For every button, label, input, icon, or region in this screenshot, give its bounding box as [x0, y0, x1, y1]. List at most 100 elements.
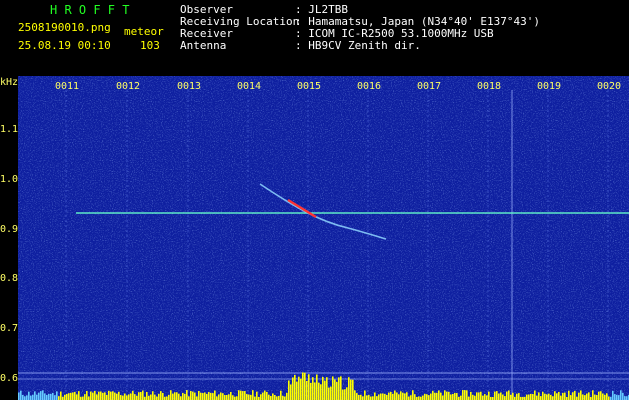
value-antenna: : HB9CV Zenith dir.	[295, 39, 421, 52]
level-bar	[536, 395, 538, 400]
level-bar	[410, 395, 412, 400]
level-bar	[418, 396, 420, 400]
level-bar	[354, 390, 356, 400]
level-bar	[578, 392, 580, 400]
level-bar	[26, 395, 28, 400]
level-bar	[56, 391, 58, 400]
freq-tick: 0.8	[0, 273, 19, 284]
level-bar	[384, 393, 386, 400]
level-bar	[414, 394, 416, 400]
level-bar	[42, 390, 44, 400]
level-bar	[560, 395, 562, 400]
level-bar	[516, 393, 518, 400]
level-bar	[376, 396, 378, 400]
level-bar	[494, 391, 496, 400]
level-bar	[140, 391, 142, 400]
level-bar	[166, 396, 168, 400]
level-bar	[442, 395, 444, 400]
level-bar	[582, 394, 584, 400]
level-bar	[236, 396, 238, 400]
level-bar	[206, 393, 208, 400]
level-bar	[88, 396, 90, 400]
level-bar	[110, 391, 112, 400]
level-bar	[452, 394, 454, 400]
datetime-label: 25.08.19 00:10	[18, 39, 111, 52]
level-bar	[230, 391, 232, 400]
level-bar	[598, 391, 600, 400]
level-bar	[286, 392, 288, 400]
level-bar	[526, 394, 528, 400]
level-bar	[190, 391, 192, 400]
level-bar	[518, 393, 520, 400]
level-bar	[616, 394, 618, 400]
level-bar	[484, 394, 486, 400]
level-bar	[108, 390, 110, 400]
level-bar	[448, 391, 450, 400]
level-bar	[130, 393, 132, 400]
level-bar	[330, 386, 332, 400]
time-tick: 0013	[177, 81, 202, 92]
level-bar	[464, 390, 466, 400]
spectrogram[interactable]: 0011 0012 0013 0014 0015 0016 0017 0018 …	[18, 76, 629, 400]
level-bar	[350, 379, 352, 400]
level-bar	[346, 387, 348, 400]
level-bar	[572, 392, 574, 400]
level-bar	[174, 392, 176, 400]
level-bar	[480, 391, 482, 400]
level-bar	[96, 394, 98, 400]
level-bar	[328, 387, 330, 400]
level-bar	[478, 392, 480, 400]
level-bar	[436, 392, 438, 400]
level-bar	[34, 391, 36, 400]
time-tick: 0011	[55, 81, 80, 92]
level-bar	[126, 395, 128, 400]
level-bar	[388, 392, 390, 400]
level-bar	[434, 392, 436, 400]
level-bar	[178, 393, 180, 400]
level-bar	[260, 394, 262, 400]
level-bar	[296, 381, 298, 400]
level-bar	[546, 394, 548, 400]
level-bar	[476, 392, 478, 400]
level-bar	[184, 393, 186, 400]
level-bar	[272, 393, 274, 400]
level-bar	[248, 394, 250, 400]
level-bar	[132, 390, 134, 400]
level-bar	[444, 390, 446, 400]
level-bar	[550, 394, 552, 400]
level-bar	[302, 372, 304, 400]
level-bar	[18, 392, 20, 400]
level-bar	[428, 395, 430, 400]
level-bar	[538, 392, 540, 400]
level-bar	[364, 390, 366, 400]
level-bar	[92, 392, 94, 400]
level-bar	[256, 391, 258, 400]
level-bar	[316, 374, 318, 400]
level-bar	[366, 395, 368, 400]
level-bar	[542, 391, 544, 400]
level-bar	[404, 393, 406, 400]
spectrogram-canvas	[18, 76, 629, 400]
level-bar	[98, 391, 100, 400]
level-bar	[558, 391, 560, 400]
level-bar	[618, 395, 620, 400]
level-bar	[170, 390, 172, 400]
level-bar	[332, 376, 334, 400]
noise-texture	[18, 76, 629, 400]
level-bar	[114, 392, 116, 400]
level-bar	[262, 392, 264, 400]
level-bar	[466, 390, 468, 400]
level-bar	[168, 394, 170, 400]
level-bar	[446, 391, 448, 400]
level-bar	[238, 390, 240, 400]
level-bar	[496, 391, 498, 400]
level-bar	[122, 395, 124, 400]
level-bar	[210, 392, 212, 400]
level-bar	[500, 392, 502, 400]
level-bar	[614, 394, 616, 400]
level-bar	[224, 395, 226, 400]
level-bar	[342, 389, 344, 400]
level-bar	[264, 390, 266, 400]
level-bar	[450, 394, 452, 400]
level-bar	[552, 396, 554, 400]
